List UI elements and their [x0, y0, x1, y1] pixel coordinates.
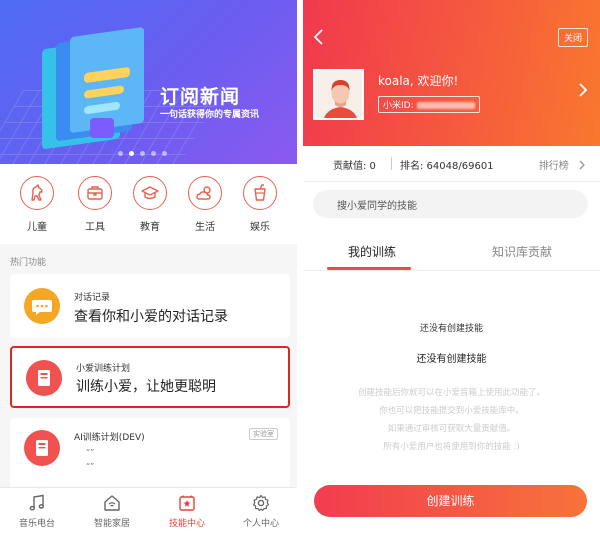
skill-center-screen: 订阅新闻 一句话获得你的专属资讯 儿童 工具 教育 生活 娱乐 热门功能 对话记…	[0, 0, 297, 533]
active-tab-indicator	[327, 267, 411, 270]
skill-search-input[interactable]: 搜小爱同学的技能	[313, 190, 588, 218]
chat-bubble-icon	[24, 288, 60, 324]
banner-title: 订阅新闻	[160, 86, 241, 108]
card-title: 小爱训练计划	[76, 364, 131, 374]
empty-state-description: 创建技能后你就可以在小爱音箱上使用此功能了。	[357, 388, 545, 398]
carousel-dot[interactable]	[140, 151, 145, 156]
graduation-cap-icon	[133, 176, 167, 210]
section-label: 热门功能	[10, 258, 47, 268]
empty-state-title: 还没有创建技能	[416, 354, 487, 365]
category-tools[interactable]: 工具	[75, 176, 115, 233]
carousel-dot[interactable]	[151, 151, 156, 156]
category-children[interactable]: 儿童	[17, 176, 57, 233]
create-training-button[interactable]: 创建训练	[314, 485, 587, 517]
promo-banner[interactable]: 订阅新闻 一句话获得你的专属资讯	[0, 0, 297, 164]
user-id-redacted	[416, 102, 475, 109]
empty-state-description: 你也可以把技能提交到小爱技能库中。	[379, 406, 524, 416]
tab-skill-center[interactable]: 技能中心	[152, 493, 222, 529]
chevron-right-icon	[579, 160, 585, 170]
training-tabs: 我的训练 知识库贡献	[303, 233, 600, 271]
empty-state-description: 所有小爱用户也将使用到你的技能 :)	[383, 442, 520, 452]
card-chat-history[interactable]: 对话记录 查看你和小爱的对话记录	[10, 274, 290, 338]
stats-divider	[391, 157, 392, 170]
leaderboard-link[interactable]: 排行榜	[539, 157, 586, 172]
horse-icon	[20, 176, 54, 210]
tab-personal-center[interactable]: 个人中心	[226, 493, 296, 529]
avatar[interactable]	[313, 69, 364, 120]
category-label: 儿童	[27, 222, 47, 233]
sun-cloud-icon	[188, 176, 222, 210]
user-id-label: 小米ID:	[383, 101, 414, 111]
tab-label: 个人中心	[242, 519, 279, 529]
category-education[interactable]: 教育	[130, 176, 170, 233]
card-training-plan[interactable]: 小爱训练计划 训练小爱，让她更聪明	[10, 346, 290, 408]
category-label: 工具	[85, 222, 105, 233]
rank-value: 排名: 64048/69601	[400, 161, 494, 172]
carousel-dot[interactable]	[118, 151, 123, 156]
gear-icon	[226, 493, 296, 513]
user-greeting: koala, 欢迎你!	[378, 74, 459, 88]
carousel-dot[interactable]	[162, 151, 167, 156]
contribution-value: 贡献值: 0	[333, 161, 376, 172]
close-button[interactable]: 关闭	[557, 28, 588, 47]
card-line: “”	[86, 448, 95, 457]
smart-home-icon	[77, 493, 147, 513]
skill-star-icon	[152, 493, 222, 513]
screenshot-root: 订阅新闻 一句话获得你的专属资讯 儿童 工具 教育 生活 娱乐 热门功能 对话记…	[0, 0, 600, 533]
book-icon	[26, 360, 62, 396]
card-description: 训练小爱，让她更聪明	[76, 379, 216, 395]
book-icon	[24, 430, 60, 466]
category-label: 娱乐	[250, 222, 270, 233]
card-line: “”	[86, 462, 95, 471]
bottom-tab-bar: 音乐电台 智能家居 技能中心 个人中心	[0, 487, 297, 533]
drink-icon	[243, 176, 277, 210]
tab-smart-home[interactable]: 智能家居	[77, 493, 147, 529]
tab-music-radio[interactable]: 音乐电台	[2, 493, 72, 529]
user-id-badge: 小米ID:	[378, 96, 480, 113]
leaderboard-label: 排行榜	[538, 161, 569, 172]
lab-tag: 实验室	[249, 428, 278, 440]
card-title: AI训练计划(DEV)	[74, 433, 145, 443]
card-ai-training-dev[interactable]: AI训练计划(DEV) 实验室 “” “”	[10, 418, 290, 488]
tab-knowledge-contribution[interactable]: 知识库贡献	[492, 243, 552, 260]
category-row: 儿童 工具 教育 生活 娱乐	[0, 164, 297, 244]
tab-label: 技能中心	[168, 519, 205, 529]
toolbox-icon	[78, 176, 112, 210]
card-title: 对话记录	[74, 293, 111, 303]
my-training-screen: 关闭 koala, 欢迎你! 小米ID: 贡献值: 0 排名: 64048/69…	[303, 0, 600, 533]
tab-label: 音乐电台	[18, 519, 55, 529]
carousel-dot-active[interactable]	[129, 151, 134, 156]
tab-label: 智能家居	[93, 519, 130, 529]
tab-my-training[interactable]: 我的训练	[348, 243, 396, 260]
category-life[interactable]: 生活	[185, 176, 225, 233]
category-label: 生活	[195, 222, 215, 233]
search-placeholder: 搜小爱同学的技能	[337, 201, 417, 212]
category-entertainment[interactable]: 娱乐	[240, 176, 280, 233]
chevron-right-icon[interactable]	[578, 82, 588, 102]
stats-bar: 贡献值: 0 排名: 64048/69601 排行榜	[303, 146, 600, 182]
empty-state-caption: 还没有创建技能	[419, 324, 483, 334]
carousel-dots	[118, 151, 167, 156]
music-note-icon	[2, 493, 72, 513]
back-arrow-icon[interactable]	[313, 28, 325, 50]
category-label: 教育	[140, 222, 160, 233]
banner-subtitle: 一句话获得你的专属资讯	[160, 110, 260, 120]
empty-state-description: 如果通过审核可获取大量贡献值。	[387, 424, 516, 434]
profile-header: 关闭 koala, 欢迎你! 小米ID:	[303, 0, 600, 146]
card-description: 查看你和小爱的对话记录	[74, 309, 228, 325]
